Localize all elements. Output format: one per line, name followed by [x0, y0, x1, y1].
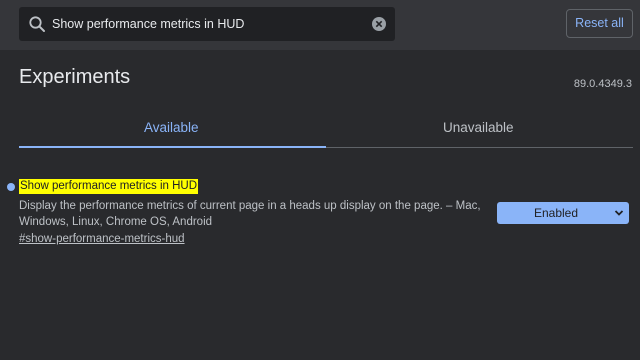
select-value: Enabled	[533, 206, 579, 220]
experiment-state-select[interactable]: Enabled	[497, 202, 629, 224]
tab-available[interactable]: Available	[144, 120, 199, 135]
search-box[interactable]: Show performance metrics in HUD	[19, 7, 395, 41]
search-icon	[29, 16, 45, 32]
chevron-down-icon	[614, 210, 624, 216]
search-input[interactable]: Show performance metrics in HUD	[52, 7, 244, 41]
header-bar: Show performance metrics in HUD Reset al…	[0, 0, 640, 50]
close-circle-icon[interactable]	[372, 17, 386, 31]
page-title: Experiments	[19, 66, 131, 88]
modified-indicator	[7, 183, 15, 191]
active-tab-indicator	[19, 146, 326, 148]
reset-all-button[interactable]: Reset all	[566, 9, 633, 38]
experiment-description: Display the performance metrics of curre…	[19, 200, 481, 228]
experiment-name: Show performance metrics in HUD	[19, 179, 199, 194]
main-content: Experiments 89.0.4349.3 Available Unavai…	[0, 50, 640, 360]
tab-unavailable[interactable]: Unavailable	[443, 120, 514, 135]
experiment-permalink[interactable]: #show-performance-metrics-hud	[19, 233, 185, 245]
version-label: 89.0.4349.3	[573, 78, 632, 90]
